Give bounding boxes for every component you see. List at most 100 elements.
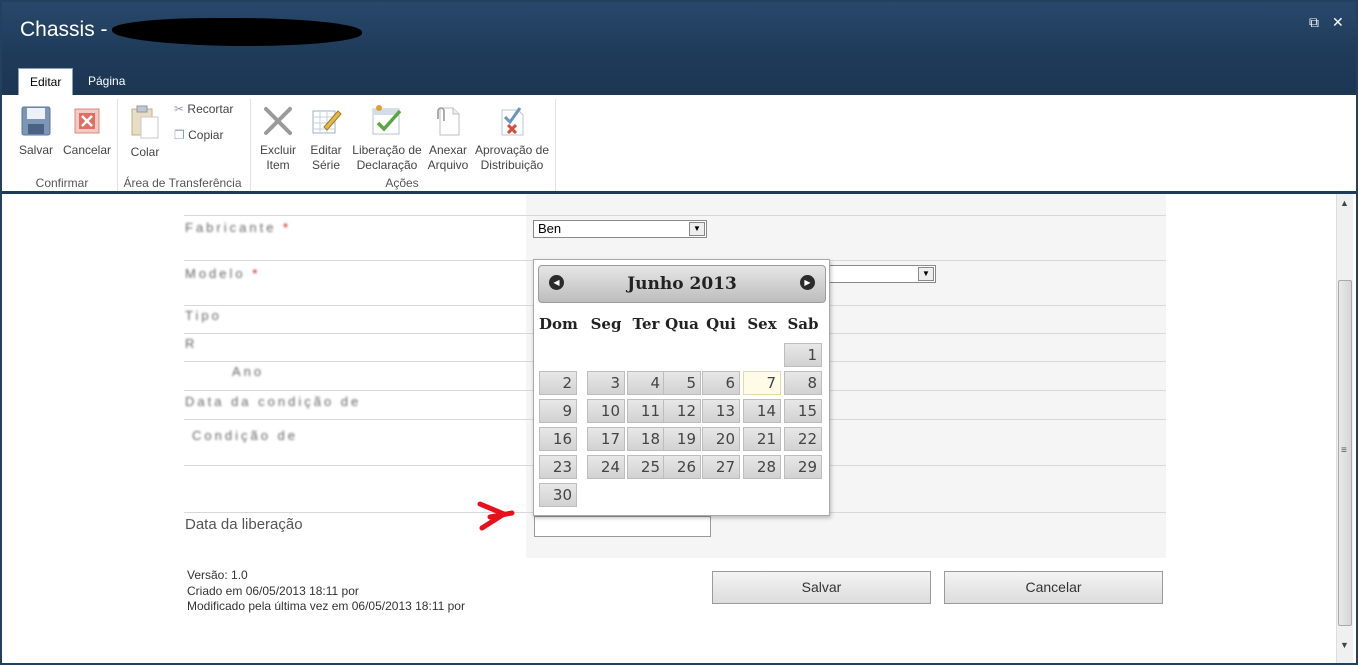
dialog-title: Chassis -: [20, 18, 108, 41]
ribbon-liberacao-label-1: Liberação de: [352, 143, 422, 157]
cancel-icon: [74, 108, 100, 134]
ribbon-colar-label: Colar: [130, 145, 160, 159]
calendar-day[interactable]: 20: [702, 427, 740, 451]
chevron-down-icon[interactable]: ▼: [918, 267, 934, 281]
field-label-data-condicao: Data da condição de: [185, 394, 362, 409]
ribbon-editar-label-2: Série: [311, 158, 340, 172]
calendar-day[interactable]: 22: [784, 427, 822, 451]
ribbon-editar-serie-button[interactable]: Editar Série: [305, 105, 347, 173]
calendar-day[interactable]: 11: [627, 399, 665, 423]
scissors-icon: ✂: [174, 102, 185, 116]
calendar-day[interactable]: 9: [539, 399, 577, 423]
calendar-day[interactable]: 23: [539, 455, 577, 479]
group-label-confirmar: Confirmar: [35, 176, 89, 190]
cancelar-button[interactable]: Cancelar: [944, 571, 1163, 604]
scrollbar-thumb[interactable]: ≡: [1338, 280, 1352, 626]
required-mark: *: [283, 220, 292, 235]
scroll-up-icon[interactable]: ▲: [1340, 198, 1349, 208]
group-label-acoes: Ações: [385, 176, 419, 190]
calendar-day[interactable]: 6: [702, 371, 740, 395]
restore-icon[interactable]: ⧉: [1309, 14, 1319, 31]
calendar-month-title: Junho 2013: [627, 274, 737, 294]
ribbon-cancelar-button[interactable]: Cancelar: [62, 105, 112, 158]
field-label-condicao: Condição de: [192, 428, 298, 443]
calendar-day[interactable]: 1: [784, 343, 822, 367]
ribbon-recortar-label: Recortar: [187, 102, 234, 116]
vertical-scrollbar[interactable]: ▲ ≡ ▼: [1336, 194, 1353, 663]
ribbon-salvar-label: Salvar: [18, 143, 53, 157]
field-label-ano: Ano: [232, 364, 265, 379]
ribbon-anexar-label-1: Anexar: [428, 143, 468, 157]
group-label-transferencia: Área de Transferência: [123, 176, 242, 190]
calendar-day[interactable]: 10: [587, 399, 625, 423]
calendar-day[interactable]: 28: [743, 455, 781, 479]
ribbon-copiar-button[interactable]: ❐ Copiar: [174, 128, 223, 142]
calendar-day[interactable]: 16: [539, 427, 577, 451]
ribbon-aprovacao-button[interactable]: Aprovação de Distribuição: [473, 105, 551, 173]
calendar-day[interactable]: 30: [539, 483, 577, 507]
approve-list-icon: [372, 105, 402, 135]
fabricante-select-value: Ben: [538, 221, 562, 236]
field-label-fabricante: Fabricante *: [185, 220, 291, 235]
calendar-day[interactable]: 5: [663, 371, 701, 395]
calendar-day[interactable]: 17: [587, 427, 625, 451]
created-text: Criado em 06/05/2013 18:11 por: [187, 584, 359, 598]
data-liberacao-input[interactable]: [534, 516, 711, 537]
weekday-header: Ter: [632, 315, 660, 333]
ribbon-cancelar-label: Cancelar: [62, 143, 112, 157]
calendar-day[interactable]: 21: [743, 427, 781, 451]
ribbon-colar-button[interactable]: Colar: [126, 105, 164, 160]
fabricante-select[interactable]: Ben ▼: [533, 220, 707, 238]
ribbon-separator: [555, 99, 556, 191]
calendar-day[interactable]: 2: [539, 371, 577, 395]
ribbon-separator: [117, 99, 118, 191]
calendar-day[interactable]: 4: [627, 371, 665, 395]
required-mark: *: [252, 266, 261, 281]
calendar-day[interactable]: 14: [743, 399, 781, 423]
edit-series-icon: [312, 110, 342, 134]
paste-icon: [131, 105, 159, 139]
field-label-modelo-text: Modelo: [185, 266, 246, 281]
calendar-header: ◀ Junho 2013 ▶: [538, 265, 826, 303]
calendar-day[interactable]: 24: [587, 455, 625, 479]
ribbon-excluir-label-2: Item: [266, 158, 290, 172]
ribbon-excluir-label-1: Excluir: [259, 143, 296, 157]
ribbon-anexar-button[interactable]: Anexar Arquivo: [426, 105, 470, 173]
ribbon-excluir-item-button[interactable]: Excluir Item: [256, 105, 300, 173]
field-label-renavam: R: [185, 336, 198, 351]
calendar-day[interactable]: 18: [627, 427, 665, 451]
close-icon[interactable]: ✕: [1332, 14, 1344, 31]
ribbon-separator: [250, 99, 251, 191]
calendar-day[interactable]: 27: [702, 455, 740, 479]
tab-pagina[interactable]: Página: [77, 68, 136, 95]
modelo-select[interactable]: ▼: [828, 265, 936, 283]
ribbon-aprovacao-label-1: Aprovação de: [474, 143, 550, 157]
modified-text: Modificado pela última vez em 06/05/2013…: [187, 599, 465, 613]
ribbon-salvar-button[interactable]: Salvar: [16, 105, 56, 158]
next-month-icon[interactable]: ▶: [800, 275, 815, 290]
calendar-day[interactable]: 8: [784, 371, 822, 395]
ribbon-liberacao-button[interactable]: Liberação de Declaração: [351, 105, 423, 173]
calendar-day[interactable]: 3: [587, 371, 625, 395]
salvar-button[interactable]: Salvar: [712, 571, 931, 604]
scroll-down-icon[interactable]: ▼: [1340, 640, 1349, 650]
weekday-header: Sab: [787, 315, 819, 333]
calendar-day[interactable]: 26: [663, 455, 701, 479]
calendar-day[interactable]: 12: [663, 399, 701, 423]
calendar-day[interactable]: 19: [663, 427, 701, 451]
ribbon-recortar-button[interactable]: ✂ Recortar: [174, 102, 233, 116]
tab-editar[interactable]: Editar: [18, 68, 74, 96]
calendar-day[interactable]: 25: [627, 455, 665, 479]
form-row-divider: [184, 215, 1166, 216]
attach-icon: [437, 107, 460, 136]
ribbon-anexar-label-2: Arquivo: [427, 158, 469, 172]
calendar-day[interactable]: 13: [702, 399, 740, 423]
red-arrow-annotation: [477, 501, 515, 531]
chevron-down-icon[interactable]: ▼: [689, 222, 705, 236]
calendar-day[interactable]: 15: [784, 399, 822, 423]
calendar-day[interactable]: 7: [743, 371, 781, 395]
save-icon: [21, 106, 51, 136]
ribbon-editar-label-1: Editar: [310, 143, 342, 157]
calendar-day[interactable]: 29: [784, 455, 822, 479]
redacted-title-mark: [112, 18, 362, 46]
